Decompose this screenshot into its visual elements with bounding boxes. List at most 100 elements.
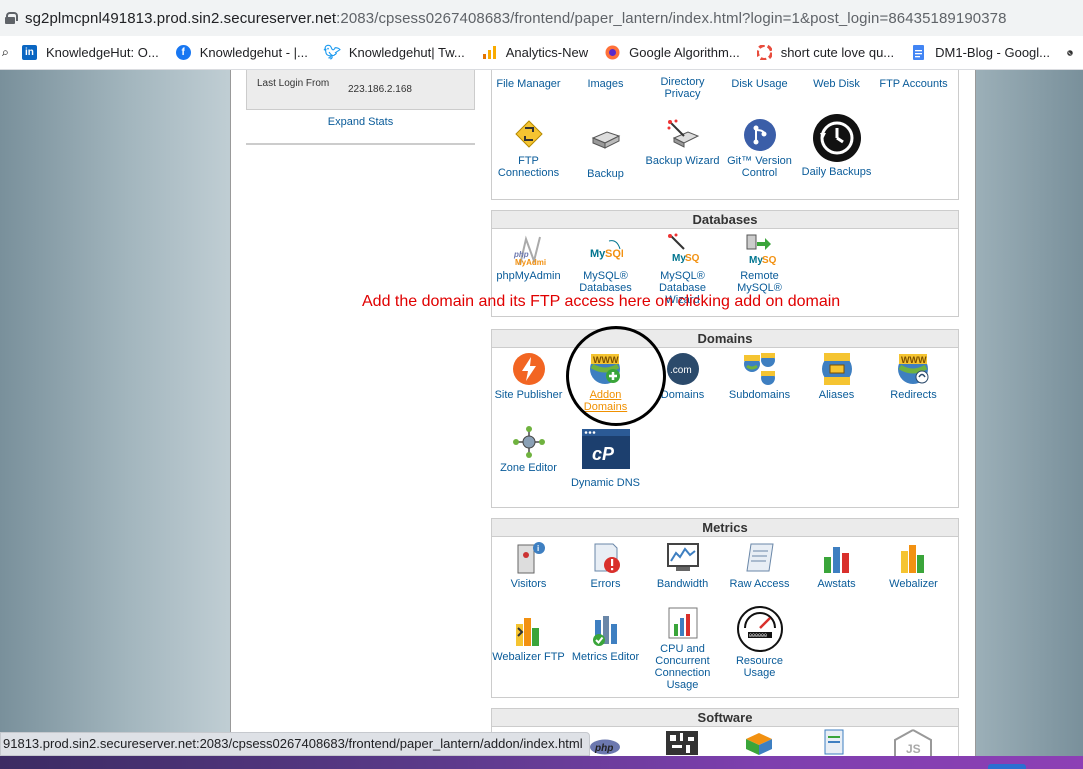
metrics-panel: Metrics i Visitors Errors Bandwidth Raw …	[491, 518, 959, 698]
dotcom-icon: .com	[666, 353, 699, 385]
metrics-editor-tile[interactable]: Metrics Editor	[567, 614, 644, 663]
databases-heading: Databases	[492, 211, 958, 229]
svg-text:i: i	[537, 544, 539, 553]
daily-backups-tile[interactable]: Daily Backups	[798, 113, 875, 178]
raw-access-icon	[745, 543, 774, 572]
bookmark-google-algorithm[interactable]: Google Algorithm...	[605, 45, 740, 60]
bandwidth-tile[interactable]: Bandwidth	[644, 541, 721, 590]
status-bar-url: 91813.prod.sin2.secureserver.net:2083/cp…	[0, 732, 590, 756]
disk-usage-tile[interactable]: Disk Usage	[721, 78, 798, 90]
bandwidth-icon	[666, 543, 699, 571]
resource-usage-tile[interactable]: 000000 Resource Usage	[721, 606, 798, 679]
images-tile[interactable]: Images	[567, 78, 644, 90]
ftp-connections-tile[interactable]: FTP Connections	[490, 118, 567, 179]
google-docs-icon	[913, 45, 925, 60]
software-package-icon[interactable]	[744, 731, 774, 755]
mysql-wizard-icon: MySQL	[667, 233, 700, 264]
expand-stats-link[interactable]: Expand Stats	[246, 116, 475, 128]
remote-mysql-icon: MySQL	[746, 234, 777, 266]
linkedin-icon: in	[21, 45, 37, 60]
search-icon[interactable]	[2, 46, 8, 60]
twitter-icon: 🐦︎	[323, 44, 342, 60]
software-heading: Software	[492, 709, 958, 727]
webalizer-icon	[900, 545, 924, 573]
zone-editor-tile[interactable]: Zone Editor	[490, 425, 567, 474]
svg-text:000000: 000000	[749, 633, 767, 639]
firefox-icon	[605, 45, 620, 60]
errors-tile[interactable]: Errors	[567, 541, 644, 590]
stats-divider	[246, 143, 475, 145]
nodejs-icon[interactable]: JS	[893, 729, 933, 757]
pinwheel-icon	[756, 45, 772, 60]
subdomains-tile[interactable]: Subdomains	[721, 352, 798, 401]
lock-icon	[5, 12, 18, 24]
phpmyadmin-tile[interactable]: phpMyAdmin phpMyAdmin	[490, 233, 567, 282]
bookmarks-bar: in KnowledgeHut: O... f Knowledgehut - |..…	[0, 36, 1083, 70]
svg-text:WWW: WWW	[901, 355, 927, 365]
files-panel: File Manager Images Directory Privacy Di…	[491, 70, 959, 200]
file-manager-tile[interactable]: File Manager	[490, 78, 567, 90]
bookmark-dm1-blog[interactable]: DM1-Blog - Googl...	[911, 45, 1050, 60]
svg-text:php: php	[594, 743, 613, 754]
zone-editor-icon	[512, 426, 545, 458]
awstats-tile[interactable]: Awstats	[798, 541, 875, 590]
backup-wizard-tile[interactable]: Backup Wizard	[644, 118, 721, 167]
bookmark-love-quotes[interactable]: short cute love qu...	[756, 45, 894, 60]
ftp-accounts-tile[interactable]: FTP Accounts	[875, 78, 952, 90]
stats-box: Last Login From 223.186.2.168	[246, 70, 475, 110]
svg-text:SQL: SQL	[762, 255, 777, 266]
url-text[interactable]: sg2plmcpnl491813.prod.sin2.secureserver.…	[25, 10, 1007, 27]
web-disk-tile[interactable]: Web Disk	[798, 78, 875, 90]
metrics-heading: Metrics	[492, 519, 958, 537]
daily-backups-icon	[812, 114, 861, 162]
taskbar	[0, 756, 1083, 769]
webalizer-tile[interactable]: Webalizer	[875, 541, 952, 590]
svg-text:JS: JS	[906, 742, 921, 756]
directory-privacy-tile[interactable]: Directory Privacy	[644, 76, 721, 100]
bookmark-knowledgehut-facebook[interactable]: f Knowledgehut - |...	[175, 45, 308, 60]
dynamic-dns-icon: cP	[581, 429, 630, 469]
webalizer-ftp-icon	[515, 618, 539, 646]
domains-panel: Domains Site Publisher WWW Addon Domains…	[491, 329, 959, 508]
last-login-label: Last Login From	[257, 78, 330, 89]
qr-icon[interactable]	[666, 731, 698, 755]
raw-access-tile[interactable]: Raw Access	[721, 541, 798, 590]
cpanel-page: Last Login From 223.186.2.168 Expand Sta…	[0, 70, 1083, 769]
metrics-editor-icon	[592, 616, 617, 646]
phpmyadmin-icon: phpMyAdmin	[513, 235, 546, 267]
mysql-databases-icon: MySQL	[590, 240, 623, 260]
mysql-databases-tile[interactable]: MySQL MySQL® Databases	[567, 233, 644, 294]
cpu-concurrent-connection-usage-tile[interactable]: CPU and Concurrent Connection Usage	[644, 606, 721, 691]
awstats-icon	[823, 547, 849, 573]
svg-text:cP: cP	[592, 444, 615, 464]
subdomains-icon	[743, 353, 775, 385]
site-publisher-tile[interactable]: Site Publisher	[490, 352, 567, 401]
svg-text:My: My	[590, 248, 606, 260]
last-login-value: 223.186.2.168	[348, 84, 412, 95]
bookmark-analytics[interactable]: Analytics-New	[482, 45, 588, 60]
visitors-icon: i	[517, 542, 545, 574]
svg-text:MyAdmin: MyAdmin	[515, 258, 546, 267]
cpu-usage-icon	[668, 607, 697, 639]
facebook-icon: f	[175, 45, 191, 60]
dynamic-dns-tile[interactable]: cP Dynamic DNS	[567, 429, 644, 489]
php-icon[interactable]: php	[589, 739, 621, 755]
aliases-icon	[821, 353, 852, 385]
visitors-tile[interactable]: i Visitors	[490, 541, 567, 590]
git-version-control-tile[interactable]: Git™ Version Control	[721, 118, 798, 179]
errors-icon	[594, 543, 620, 573]
address-bar[interactable]: sg2plmcpnl491813.prod.sin2.secureserver.…	[0, 0, 1083, 36]
document-icon[interactable]	[822, 729, 848, 755]
domains-heading: Domains	[492, 330, 958, 348]
globe-icon[interactable]	[1067, 46, 1073, 60]
site-publisher-icon	[512, 353, 545, 385]
annotation-circle	[566, 326, 666, 426]
webalizer-ftp-tile[interactable]: Webalizer FTP	[490, 614, 567, 663]
backup-tile[interactable]: Backup	[567, 124, 644, 180]
bookmark-knowledgehut-linkedin[interactable]: in KnowledgeHut: O...	[21, 45, 159, 60]
remote-mysql-tile[interactable]: MySQL Remote MySQL®	[721, 233, 798, 294]
aliases-tile[interactable]: Aliases	[798, 352, 875, 401]
redirects-tile[interactable]: WWW Redirects	[875, 352, 952, 401]
backup-icon	[591, 131, 620, 149]
bookmark-knowledgehut-twitter[interactable]: 🐦︎ Knowledgehut| Tw...	[323, 44, 464, 60]
